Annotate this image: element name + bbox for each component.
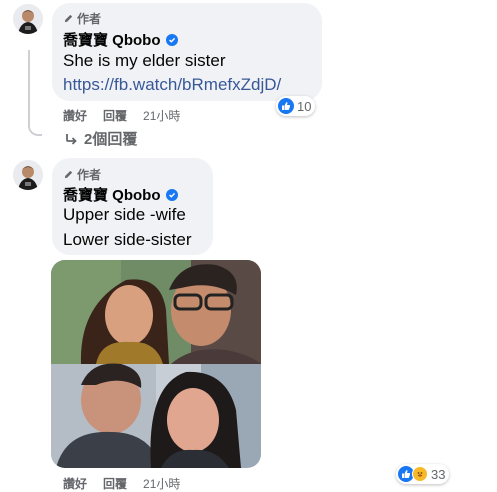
verified-badge-icon <box>165 188 178 201</box>
reply-button[interactable]: 回覆 <box>103 107 127 124</box>
like-button[interactable]: 讚好 <box>63 107 87 124</box>
reaction-summary[interactable]: 33 <box>396 464 450 484</box>
thread-line <box>28 50 30 128</box>
comment-text: She is my elder sister <box>63 51 226 70</box>
author-name-text[interactable]: 喬寶寶 Qbobo <box>63 29 161 50</box>
reaction-summary[interactable]: 10 <box>276 96 316 116</box>
view-replies-button[interactable]: 2個回覆 <box>64 128 137 149</box>
like-reaction-icon <box>278 98 294 114</box>
author-name-text[interactable]: 喬寶寶 Qbobo <box>63 184 161 205</box>
author-badge-label: 作者 <box>77 12 102 26</box>
thread-curve <box>28 118 42 136</box>
timestamp[interactable]: 21小時 <box>143 475 180 492</box>
photo-collage-image <box>51 260 261 468</box>
avatar[interactable] <box>13 4 43 34</box>
comment-bubble: 作者 喬寶寶 Qbobo Upper side -wife Lower side… <box>52 158 213 255</box>
author-badge: 作者 <box>63 10 101 27</box>
verified-badge-icon <box>165 33 178 46</box>
pencil-icon <box>64 14 73 23</box>
comment-actions: 讚好 回覆 21小時 <box>63 475 180 492</box>
care-reaction-icon <box>412 466 428 482</box>
like-button[interactable]: 讚好 <box>63 475 87 492</box>
author-name[interactable]: 喬寶寶 Qbobo <box>63 184 178 205</box>
comment-link[interactable]: https://fb.watch/bRmefxZdjD/ <box>63 73 281 97</box>
reaction-count: 10 <box>297 98 312 114</box>
reply-button[interactable]: 回覆 <box>103 475 127 492</box>
timestamp[interactable]: 21小時 <box>143 107 180 124</box>
reply-arrow-icon <box>66 133 77 145</box>
comment-text-line: Lower side-sister <box>63 230 192 249</box>
pencil-icon <box>64 170 73 179</box>
author-badge-label: 作者 <box>77 168 102 182</box>
author-badge: 作者 <box>63 166 101 183</box>
avatar[interactable] <box>13 160 43 190</box>
comment-text-line: Upper side -wife <box>63 205 186 224</box>
comment-photo[interactable] <box>51 260 261 468</box>
comment-bubble: 作者 喬寶寶 Qbobo She is my elder sister http… <box>52 3 322 101</box>
author-name[interactable]: 喬寶寶 Qbobo <box>63 29 178 50</box>
view-replies-label[interactable]: 2個回覆 <box>84 128 137 149</box>
reaction-count: 33 <box>431 466 446 482</box>
comment-actions: 讚好 回覆 21小時 <box>63 107 180 124</box>
